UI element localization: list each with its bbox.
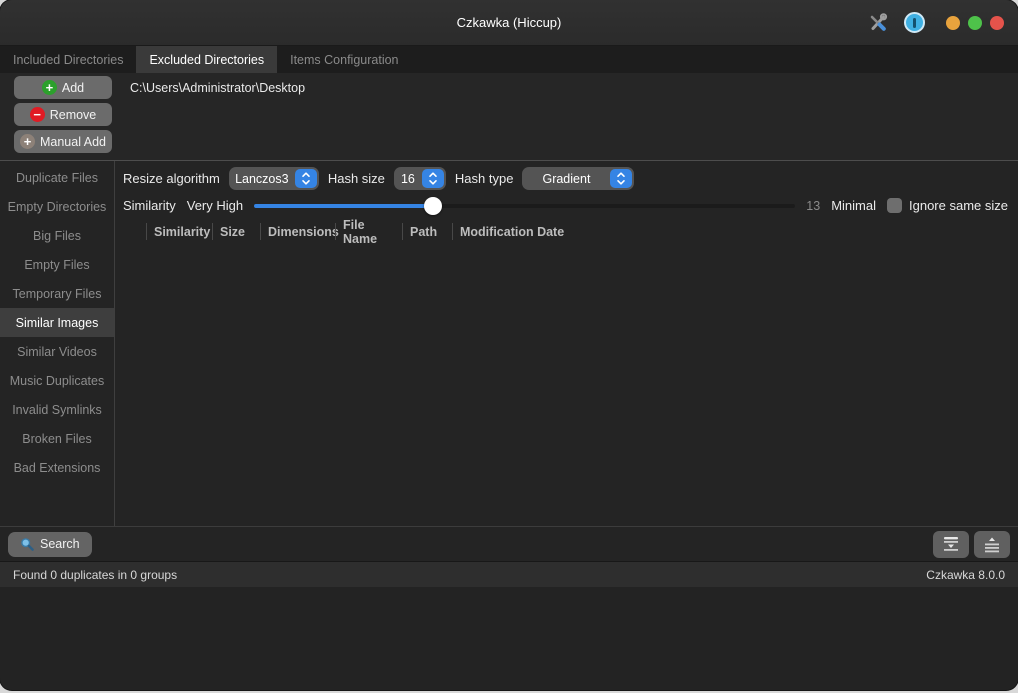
similarity-row: Similarity Very High 13 Minimal Ignore s… <box>115 193 1018 218</box>
directory-buttons: + Add − Remove + Manual Add <box>0 73 120 160</box>
sidebar-item-duplicate-files[interactable]: Duplicate Files <box>0 163 114 192</box>
similarity-slider-fill <box>254 204 433 208</box>
hash-type-dropdown[interactable]: Gradient <box>522 167 634 190</box>
sidebar-item-empty-directories[interactable]: Empty Directories <box>0 192 114 221</box>
similar-images-panel: Resize algorithm Lanczos3 Hash size 16 H… <box>115 161 1018 526</box>
move-to-top-button[interactable] <box>974 531 1010 558</box>
column-header-path[interactable]: Path <box>402 223 452 240</box>
hash-size-dropdown[interactable]: 16 <box>394 167 446 190</box>
column-header-modification-date[interactable]: Modification Date <box>452 223 1018 240</box>
similarity-level-text: Very High <box>187 198 243 213</box>
move-to-bottom-icon <box>941 535 961 553</box>
search-icon <box>20 537 34 551</box>
statusbar: Found 0 duplicates in 0 groups Czkawka 8… <box>0 561 1018 587</box>
results-empty-area <box>115 243 1018 526</box>
resize-algorithm-label: Resize algorithm <box>123 171 220 186</box>
add-button-label: Add <box>62 81 84 95</box>
column-header-size[interactable]: Size <box>212 223 260 240</box>
sidebar-item-music-duplicates[interactable]: Music Duplicates <box>0 366 114 395</box>
manual-add-plus-icon: + <box>20 134 35 149</box>
sidebar-item-invalid-symlinks[interactable]: Invalid Symlinks <box>0 395 114 424</box>
search-button[interactable]: Search <box>8 532 92 557</box>
excluded-directories-list: C:\Users\Administrator\Desktop <box>120 73 1018 160</box>
sidebar-item-broken-files[interactable]: Broken Files <box>0 424 114 453</box>
directories-tabbar: Included Directories Excluded Directorie… <box>0 46 1018 73</box>
similarity-slider-handle[interactable] <box>424 197 442 215</box>
tab-included-directories[interactable]: Included Directories <box>0 46 136 73</box>
main-area: Duplicate Files Empty Directories Big Fi… <box>0 161 1018 526</box>
bottom-toolbar: Search <box>0 526 1018 561</box>
manual-add-directory-button[interactable]: + Manual Add <box>14 130 112 153</box>
remove-directory-button[interactable]: − Remove <box>14 103 112 126</box>
ignore-same-size-label: Ignore same size <box>909 198 1008 213</box>
spinner-chevrons-icon[interactable] <box>610 169 632 188</box>
tools-icon[interactable] <box>866 11 890 35</box>
similarity-value: 13 <box>806 199 820 213</box>
similarity-max-label: Minimal <box>831 198 876 213</box>
excluded-path-item[interactable]: C:\Users\Administrator\Desktop <box>124 79 1018 97</box>
app-version: Czkawka 8.0.0 <box>926 568 1005 582</box>
sidebar-item-bad-extensions[interactable]: Bad Extensions <box>0 453 114 482</box>
remove-minus-icon: − <box>30 107 45 122</box>
tool-sidebar: Duplicate Files Empty Directories Big Fi… <box>0 161 115 526</box>
resize-algorithm-value: Lanczos3 <box>229 172 295 186</box>
column-header-dimensions[interactable]: Dimensions <box>260 223 335 240</box>
manual-add-button-label: Manual Add <box>40 135 106 149</box>
spinner-chevrons-icon[interactable] <box>295 169 317 188</box>
sidebar-item-similar-images[interactable]: Similar Images <box>0 308 114 337</box>
status-found-text: Found 0 duplicates in 0 groups <box>13 568 177 582</box>
excluded-directories-panel: + Add − Remove + Manual Add C:\Users\Adm… <box>0 73 1018 161</box>
move-to-top-icon <box>982 535 1002 553</box>
similarity-label: Similarity <box>123 198 176 213</box>
info-icon[interactable] <box>902 11 926 35</box>
hash-type-label: Hash type <box>455 171 514 186</box>
sidebar-item-temporary-files[interactable]: Temporary Files <box>0 279 114 308</box>
sidebar-item-similar-videos[interactable]: Similar Videos <box>0 337 114 366</box>
results-table-header: Similarity Size Dimensions File Name Pat… <box>115 220 1018 243</box>
window-controls <box>946 16 1004 30</box>
similarity-slider[interactable] <box>254 197 795 215</box>
ignore-same-size-checkbox[interactable] <box>887 198 902 213</box>
tab-excluded-directories[interactable]: Excluded Directories <box>136 46 277 73</box>
spinner-chevrons-icon[interactable] <box>422 169 444 188</box>
hash-size-value: 16 <box>394 172 422 186</box>
tab-items-configuration[interactable]: Items Configuration <box>277 46 411 73</box>
tab-label: Excluded Directories <box>149 53 264 67</box>
column-header-similarity[interactable]: Similarity <box>146 223 212 240</box>
titlebar: Czkawka (Hiccup) <box>0 0 1018 46</box>
titlebar-controls <box>866 0 1004 45</box>
maximize-dot[interactable] <box>968 16 982 30</box>
minimize-dot[interactable] <box>946 16 960 30</box>
hash-type-value: Gradient <box>522 172 610 186</box>
tab-label: Included Directories <box>13 53 123 67</box>
column-header-file-name[interactable]: File Name <box>335 223 402 240</box>
tab-label: Items Configuration <box>290 53 398 67</box>
sidebar-item-big-files[interactable]: Big Files <box>0 221 114 250</box>
selection-column-header <box>115 223 146 240</box>
move-to-bottom-button[interactable] <box>933 531 969 558</box>
resize-algorithm-dropdown[interactable]: Lanczos3 <box>229 167 319 190</box>
add-directory-button[interactable]: + Add <box>14 76 112 99</box>
hash-settings-row: Resize algorithm Lanczos3 Hash size 16 H… <box>115 164 1018 193</box>
app-window: Czkawka (Hiccup) <box>0 0 1018 690</box>
add-plus-icon: + <box>42 80 57 95</box>
info-circle <box>904 12 925 33</box>
remove-button-label: Remove <box>50 108 97 122</box>
close-dot[interactable] <box>990 16 1004 30</box>
bottom-empty-area <box>0 587 1018 690</box>
search-button-label: Search <box>40 537 80 551</box>
sidebar-item-empty-files[interactable]: Empty Files <box>0 250 114 279</box>
window-title: Czkawka (Hiccup) <box>457 15 562 30</box>
hash-size-label: Hash size <box>328 171 385 186</box>
